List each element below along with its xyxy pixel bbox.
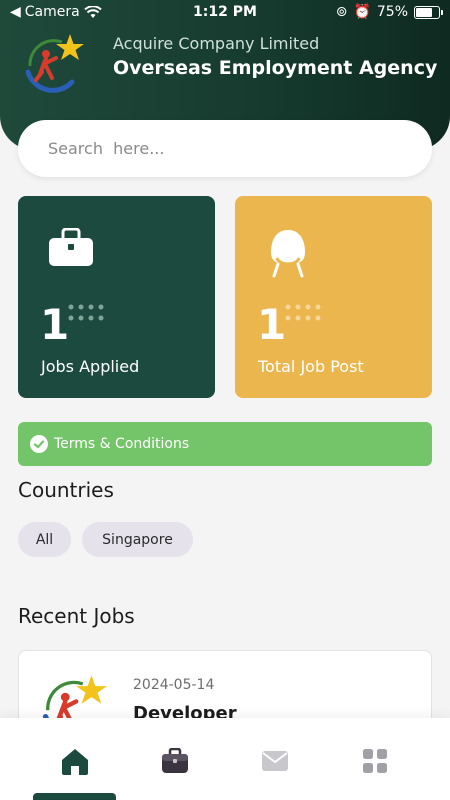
briefcase-icon [162, 748, 188, 773]
terms-button[interactable]: Terms & Conditions [18, 422, 432, 466]
jobs-applied-count: 1 [40, 300, 70, 349]
grid-icon [363, 749, 387, 773]
home-icon [62, 749, 88, 775]
battery-level [416, 7, 432, 17]
briefcase-icon [49, 228, 93, 266]
nav-jobs[interactable] [160, 746, 190, 776]
recent-jobs-title: Recent Jobs [18, 604, 135, 628]
mail-icon [262, 751, 288, 771]
alarm-icon: ⏰ [353, 4, 371, 20]
company-name: Acquire Company Limited [113, 34, 320, 53]
agency-title: Overseas Employment Agency [113, 57, 438, 79]
total-job-post-card[interactable]: 1 Total Job Post [235, 196, 432, 398]
dots-decoration-icon [68, 304, 104, 321]
terms-label: Terms & Conditions [54, 436, 190, 452]
job-date: 2024-05-14 [133, 677, 215, 693]
nav-messages[interactable] [260, 746, 290, 776]
company-logo [25, 34, 84, 93]
countries-title: Countries [18, 478, 114, 502]
chair-icon [271, 230, 305, 278]
country-chip-singapore[interactable]: Singapore [82, 522, 193, 557]
total-job-post-label: Total Job Post [258, 357, 364, 376]
active-tab-indicator [33, 793, 116, 800]
status-bar: ◀ Camera 1:12 PM ⊚ ⏰ 75% [0, 0, 450, 24]
jobs-applied-card[interactable]: 1 Jobs Applied [18, 196, 215, 398]
search-input[interactable] [48, 120, 408, 177]
battery-percent: 75% [376, 4, 408, 20]
bottom-nav [0, 718, 450, 800]
jobs-applied-label: Jobs Applied [41, 357, 140, 376]
battery-icon [414, 5, 443, 19]
nav-more[interactable] [360, 746, 390, 776]
orientation-lock-icon: ⊚ [335, 4, 348, 20]
check-circle-icon [30, 435, 48, 453]
country-chip-all[interactable]: All [18, 522, 71, 557]
total-job-post-count: 1 [257, 300, 287, 349]
nav-home[interactable] [60, 746, 90, 776]
search-bar[interactable] [18, 120, 432, 177]
dots-decoration-icon [285, 304, 321, 321]
